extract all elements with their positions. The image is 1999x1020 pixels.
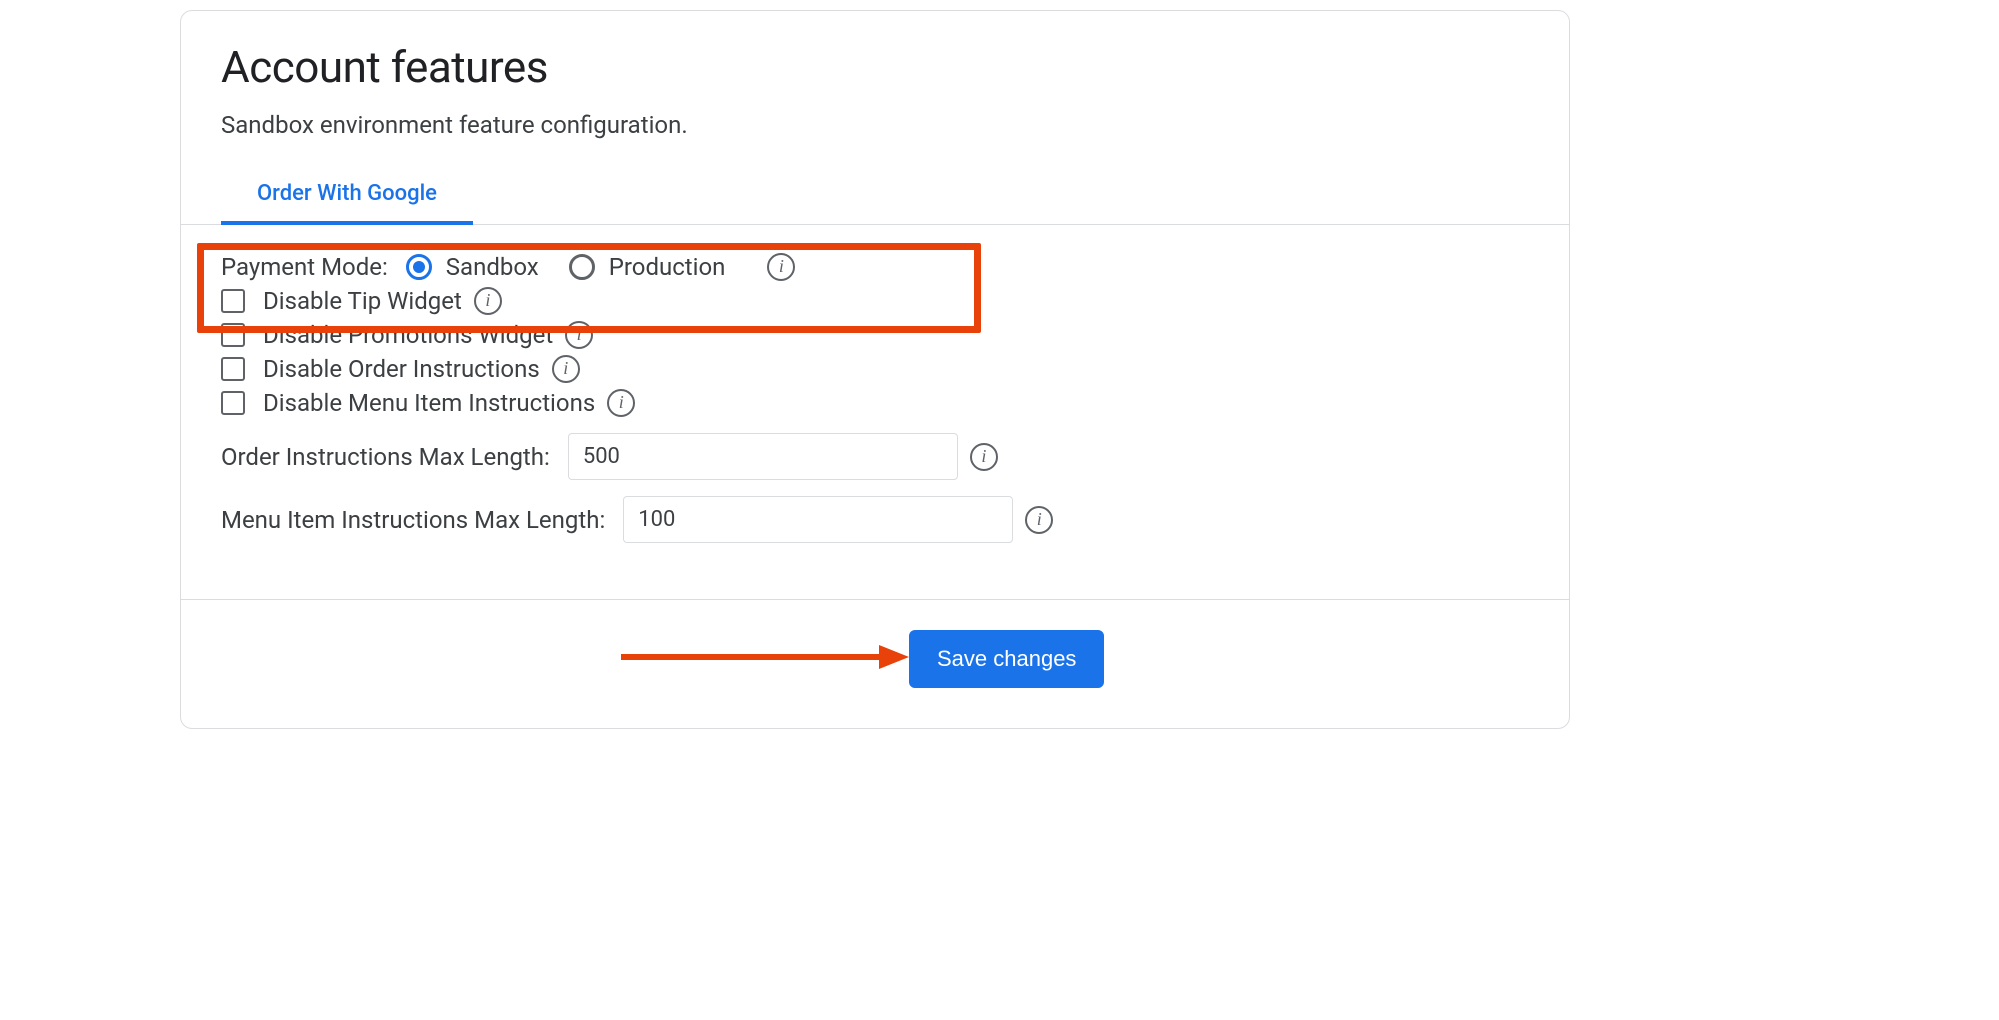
menu-item-instructions-max-length-label: Menu Item Instructions Max Length: bbox=[221, 506, 605, 534]
menu-item-instructions-max-length-row: Menu Item Instructions Max Length: bbox=[221, 496, 1529, 543]
disable-menu-item-instructions-label: Disable Menu Item Instructions bbox=[263, 389, 595, 417]
card-footer: Save changes bbox=[181, 599, 1569, 728]
info-icon[interactable] bbox=[474, 287, 502, 315]
info-icon[interactable] bbox=[970, 443, 998, 471]
payment-mode-radio-sandbox[interactable]: Sandbox bbox=[406, 253, 539, 281]
menu-item-instructions-max-length-input[interactable] bbox=[623, 496, 1013, 543]
account-features-card: Account features Sandbox environment fea… bbox=[180, 10, 1570, 729]
checkbox-disable-order-instructions[interactable] bbox=[221, 357, 245, 381]
save-button[interactable]: Save changes bbox=[909, 630, 1104, 688]
disable-tip-widget-label: Disable Tip Widget bbox=[263, 287, 462, 315]
checkbox-disable-promotions-widget[interactable] bbox=[221, 323, 245, 347]
checkbox-disable-tip-widget[interactable] bbox=[221, 289, 245, 313]
radio-icon bbox=[569, 254, 595, 280]
page-title: Account features bbox=[221, 41, 1529, 93]
tab-order-with-google[interactable]: Order With Google bbox=[221, 167, 473, 224]
radio-icon bbox=[406, 254, 432, 280]
form-area: Payment Mode: Sandbox Production Disable… bbox=[181, 225, 1569, 599]
disable-promotions-widget-row: Disable Promotions Widget bbox=[221, 321, 1529, 349]
info-icon[interactable] bbox=[552, 355, 580, 383]
disable-order-instructions-label: Disable Order Instructions bbox=[263, 355, 540, 383]
disable-order-instructions-row: Disable Order Instructions bbox=[221, 355, 1529, 383]
page-subtitle: Sandbox environment feature configuratio… bbox=[221, 111, 1529, 139]
payment-mode-label: Payment Mode: bbox=[221, 253, 388, 281]
payment-mode-row: Payment Mode: Sandbox Production bbox=[221, 253, 1529, 281]
order-instructions-max-length-input[interactable] bbox=[568, 433, 958, 480]
info-icon[interactable] bbox=[1025, 506, 1053, 534]
order-instructions-max-length-row: Order Instructions Max Length: bbox=[221, 433, 1529, 480]
payment-mode-sandbox-label: Sandbox bbox=[446, 253, 539, 281]
payment-mode-production-label: Production bbox=[609, 253, 726, 281]
info-icon[interactable] bbox=[767, 253, 795, 281]
disable-tip-widget-row: Disable Tip Widget bbox=[221, 287, 1529, 315]
tabs: Order With Google bbox=[181, 167, 1569, 225]
annotation-arrow bbox=[621, 642, 911, 672]
card-header: Account features Sandbox environment fea… bbox=[181, 11, 1569, 139]
order-instructions-max-length-label: Order Instructions Max Length: bbox=[221, 443, 550, 471]
info-icon[interactable] bbox=[607, 389, 635, 417]
checkbox-disable-menu-item-instructions[interactable] bbox=[221, 391, 245, 415]
payment-mode-radio-production[interactable]: Production bbox=[569, 253, 726, 281]
disable-menu-item-instructions-row: Disable Menu Item Instructions bbox=[221, 389, 1529, 417]
info-icon[interactable] bbox=[565, 321, 593, 349]
disable-promotions-widget-label: Disable Promotions Widget bbox=[263, 321, 553, 349]
